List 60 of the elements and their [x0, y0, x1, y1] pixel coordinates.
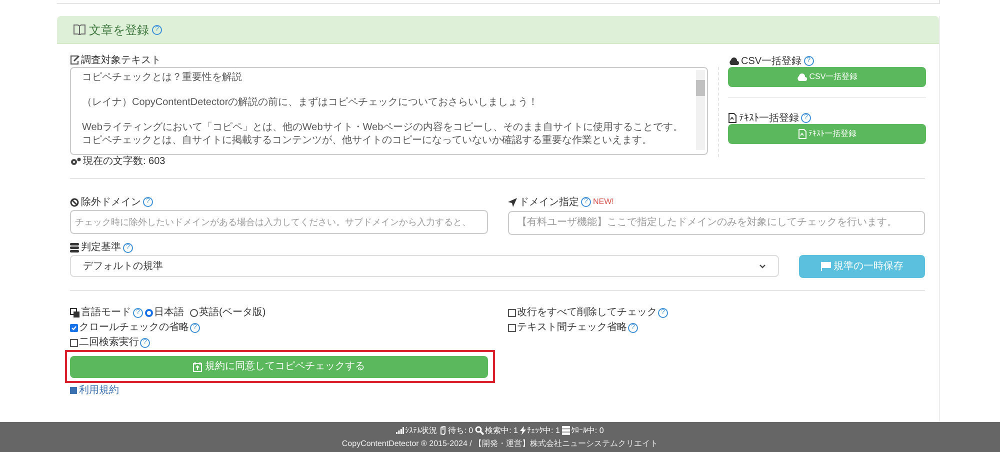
calendar-icon — [193, 362, 202, 372]
book-icon — [73, 24, 86, 35]
char-count: 現在の文字数: 603 — [83, 154, 166, 169]
field-label: 判定基準 — [81, 240, 121, 255]
panel-title: 文章を登録 — [89, 22, 149, 38]
chevron-down-icon — [759, 264, 766, 268]
checkbox-label[interactable]: クロールチェックの省略 — [79, 320, 189, 335]
signal-icon — [396, 427, 404, 434]
field-label: ﾃｷｽﾄ一括登録 — [739, 112, 799, 126]
submit-button[interactable]: 規約に同意してコピペチェックする — [70, 356, 488, 378]
status-text: ｸﾛｰﾙ中: 0 — [570, 426, 604, 436]
checkbox[interactable] — [508, 324, 516, 332]
field-label: 調査対象テキスト — [81, 54, 161, 68]
server-icon — [562, 426, 570, 435]
document-icon — [798, 129, 806, 139]
search-icon — [475, 426, 484, 435]
new-label: NEW! — [593, 196, 614, 208]
copyright-text: CopyContentDetector ® 2015-2024 / 【開発・運営】株式会社ニューシステムクリエイト — [342, 439, 658, 449]
text-line: （レイナ）CopyContentDetectorの解説の前に、まずはコピペチェックについておさらいしましょう！ — [82, 97, 540, 110]
checkbox-label[interactable]: 改行をすべて削除してチェック — [517, 305, 657, 320]
field-label: 除外ドメイン — [81, 196, 141, 210]
text-area[interactable]: コピペチェックとは？重要性を解説 （レイナ）CopyContentDetectorの解説の前に、まずはコピペチェックについておさらいしましょう！ Webライティングにおいて「コピペ」とは、他のWebサイト・Webページの内容をコピーし、そのまま自サイトに使用することです。 コピペチェックとは、自サイトに掲載するコンテンツが、他サイトのコピーになっていないか確認する重要な作業といえます。 — [70, 67, 708, 155]
cloud-upload-icon — [796, 73, 808, 81]
document-icon — [728, 113, 737, 123]
checkbox[interactable] — [70, 338, 78, 346]
checkbox-label[interactable]: 二回検索実行 — [79, 335, 139, 350]
status-text: ｼｽﾃﾑ状況 — [405, 426, 438, 436]
text-line: Webライティングにおいて「コピペ」とは、他のWebサイト・Webページの内容をコピーし、そのまま自サイトに使用することです。 — [82, 122, 684, 134]
status-text: 待ち: 0 — [448, 426, 474, 436]
input-field[interactable]: チェック時に除外したいドメインがある場合は入力してください。サブドメインから入力すると、 — [70, 210, 488, 234]
select-field[interactable]: デフォルトの規準 — [70, 255, 779, 277]
bolt-icon — [520, 426, 526, 435]
status-text: ﾁｪｯｸ中: 1 — [527, 426, 560, 436]
gears-icon — [70, 157, 81, 166]
checkbox[interactable] — [508, 308, 516, 316]
scrollbar[interactable] — [696, 70, 705, 150]
text-line: コピペチェックとは、自サイトに掲載するコンテンツが、他サイトのコピーになっていないか確認する重要な作業といえます。 — [82, 134, 653, 147]
radio-button[interactable] — [145, 308, 153, 316]
field-label: 言語モード — [81, 306, 131, 320]
field-label: ドメイン指定 — [519, 196, 579, 210]
ban-icon — [70, 198, 79, 206]
status-text: 検索中: 1 — [485, 426, 518, 436]
save-criteria-button[interactable]: 規準の一時保存 — [799, 254, 925, 278]
location-arrow-icon — [508, 198, 517, 206]
cloud-upload-icon — [728, 57, 739, 65]
radio-label[interactable]: 日本語 — [154, 305, 184, 320]
database-icon — [70, 242, 79, 252]
edit-icon — [70, 55, 80, 65]
terms-link[interactable]: 利用規約 — [79, 384, 119, 396]
text-line: コピペチェックとは？重要性を解説 — [82, 72, 243, 84]
radio-button[interactable] — [190, 308, 198, 316]
checkbox-label[interactable]: テキスト間チェック省略 — [517, 320, 627, 335]
field-label: CSV一括登録 — [741, 54, 802, 68]
checkbox[interactable] — [70, 324, 78, 332]
upload-button[interactable]: ﾃｷｽﾄ一括登録 — [728, 124, 926, 144]
upload-button[interactable]: CSV一括登録 — [728, 67, 926, 87]
radio-label[interactable]: 英語(ベータ版) — [199, 305, 266, 320]
input-field[interactable]: 【有料ユーザ機能】ここで指定したドメインのみを対象にしてチェックを行います。 — [508, 210, 925, 234]
flag-icon — [820, 262, 830, 270]
terms-icon — [70, 386, 77, 394]
